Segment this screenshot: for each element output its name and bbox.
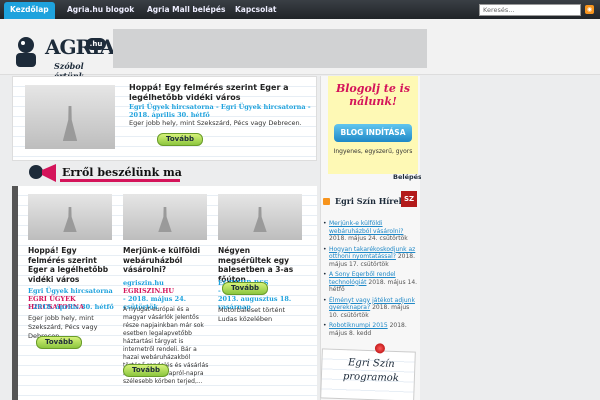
list-item: Robotiknumpi 2015 2018. május 8. kedd bbox=[323, 322, 418, 337]
top-navigation: Kezdőlap Agria.hu blogok Agria Mall belé… bbox=[0, 0, 600, 19]
nav-home[interactable]: Kezdőlap bbox=[4, 2, 55, 19]
programs-title[interactable]: Egri Szín programok bbox=[332, 356, 411, 387]
article-card: Négyen megsérültek egy balesetben a 3-as… bbox=[214, 186, 304, 400]
section-underline bbox=[60, 179, 180, 182]
list-item: Merjünk-e külföldi webáruházból vásároln… bbox=[323, 220, 418, 243]
news-list: Merjünk-e külföldi webáruházból vásároln… bbox=[323, 220, 418, 340]
article-title[interactable]: Merjünk-e külföldi webáruházból vásároln… bbox=[123, 246, 209, 275]
rss-icon[interactable]: ◉ bbox=[585, 5, 594, 14]
news-header: Egri Szín Hírek SZ bbox=[323, 191, 418, 210]
list-item: Hogyan takarékoskodjunk az otthoni nyomt… bbox=[323, 246, 418, 269]
logo-domain: .hu bbox=[86, 38, 106, 50]
featured-more-button[interactable]: Tovább bbox=[157, 133, 203, 146]
article-thumbnail[interactable] bbox=[28, 194, 112, 240]
news-link[interactable]: Robotiknumpi 2015 bbox=[329, 322, 388, 329]
article-more-button[interactable]: Tovább bbox=[123, 364, 169, 377]
article-source[interactable]: Egri Ügyek hircsatorna bbox=[28, 287, 114, 295]
news-title[interactable]: Egri Szín Hírek bbox=[335, 196, 404, 206]
search-input[interactable]: Keresés... bbox=[479, 4, 581, 16]
featured-thumbnail[interactable] bbox=[25, 85, 115, 149]
featured-meta[interactable]: Egri Ügyek hircsatorna - Egri Ügyek hirc… bbox=[129, 103, 314, 119]
header-banner[interactable] bbox=[113, 29, 427, 68]
article-more-button[interactable]: Tovább bbox=[36, 336, 82, 349]
login-link[interactable]: Belépés bbox=[393, 173, 422, 181]
news-link[interactable]: Merjünk-e külföldi webáruházból vásároln… bbox=[329, 220, 403, 235]
featured-title[interactable]: Hoppá! Egy felmérés szerint Eger a legél… bbox=[129, 83, 314, 103]
blog-promo-title: Blogolj te is nálunk! bbox=[335, 82, 411, 108]
blog-promo-subtitle: Ingyenes, egyszerű, gyors bbox=[333, 148, 413, 155]
list-item: Élményt vagy játékot adjunk gyereknapra?… bbox=[323, 297, 418, 320]
blog-promo-note: Blogolj te is nálunk! BLOG INDÍTÁSA Ingy… bbox=[328, 76, 418, 174]
section-title: Erről beszélünk ma bbox=[62, 166, 182, 179]
article-source-upper[interactable]: EGRISZIN.HU bbox=[123, 287, 209, 295]
article-source[interactable]: egriszin.hu bbox=[123, 279, 209, 287]
rss-icon[interactable] bbox=[323, 198, 330, 205]
site-logo[interactable]: AGRIA .hu Szóbol értünk bbox=[12, 29, 115, 81]
list-item: A Sony Egerből rendel technológiát 2018.… bbox=[323, 271, 418, 294]
featured-excerpt: Eger jobb hely, mint Szekszárd, Pécs vag… bbox=[129, 119, 302, 127]
article-thumbnail[interactable] bbox=[123, 194, 207, 240]
sidebar: Blogolj te is nálunk! BLOG INDÍTÁSA Ingy… bbox=[320, 76, 422, 400]
mascot-icon bbox=[16, 37, 36, 67]
page-background-right bbox=[421, 76, 600, 400]
article-card: Hoppá! Egy felmérés szerint Eger a legél… bbox=[24, 186, 114, 400]
programs-note[interactable]: Egri Szín programok bbox=[320, 343, 416, 400]
start-blog-button[interactable]: BLOG INDÍTÁSA bbox=[334, 124, 412, 142]
nav-mall-login[interactable]: Agria Mall belépés bbox=[147, 0, 225, 19]
nav-contact[interactable]: Kapcsolat bbox=[235, 0, 277, 19]
pushpin-icon bbox=[374, 343, 386, 354]
article-more-button[interactable]: Tovább bbox=[222, 282, 268, 295]
news-date: 2018. május 24. csütörtök bbox=[329, 235, 408, 242]
section-header: Erről beszélünk ma bbox=[12, 160, 317, 184]
nav-blogs[interactable]: Agria.hu blogok bbox=[67, 0, 134, 19]
article-title[interactable]: Hoppá! Egy felmérés szerint Eger a legél… bbox=[28, 246, 114, 284]
article-excerpt: Motorbaleset történt Ludas közelében bbox=[218, 306, 286, 323]
article-card: Merjünk-e külföldi webáruházból vásároln… bbox=[119, 186, 209, 400]
site-header: AGRIA .hu Szóbol értünk bbox=[0, 19, 600, 81]
article-date: - 2018. április 30. hétfő bbox=[28, 303, 114, 311]
article-thumbnail[interactable] bbox=[218, 194, 302, 240]
megaphone-mascot-icon bbox=[29, 164, 56, 182]
featured-article: Hoppá! Egy felmérés szerint Eger a legél… bbox=[12, 76, 317, 161]
article-grid: Hoppá! Egy felmérés szerint Eger a legél… bbox=[12, 186, 317, 400]
news-logo-icon: SZ bbox=[401, 191, 417, 207]
